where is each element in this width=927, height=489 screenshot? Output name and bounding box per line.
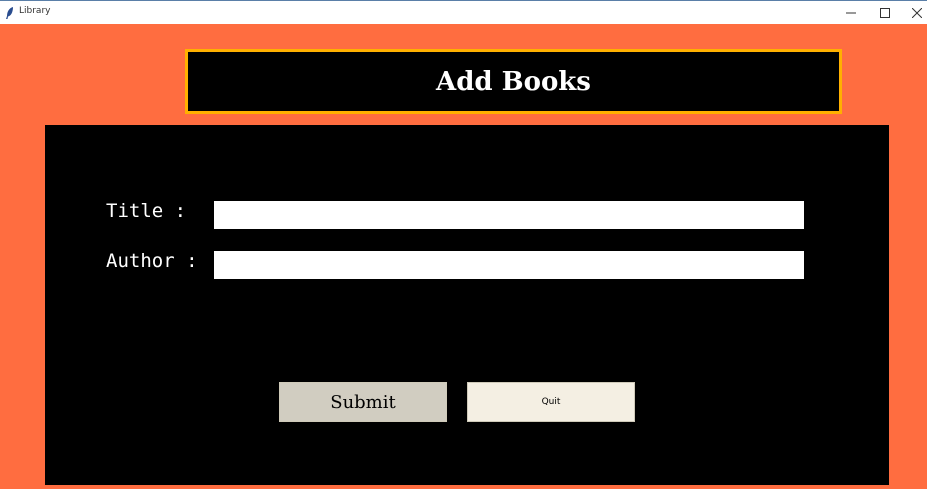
quit-button[interactable]: Quit bbox=[467, 382, 635, 422]
maximize-button[interactable] bbox=[868, 1, 902, 24]
submit-button[interactable]: Submit bbox=[279, 382, 447, 422]
feather-icon bbox=[5, 5, 15, 19]
main-canvas: Add Books Title : Author : Submit Quit bbox=[0, 24, 927, 489]
header-box: Add Books bbox=[185, 49, 842, 114]
form-panel: Title : Author : Submit Quit bbox=[45, 125, 889, 485]
title-input[interactable] bbox=[214, 201, 804, 229]
close-icon bbox=[912, 7, 922, 18]
page-title: Add Books bbox=[436, 66, 591, 97]
title-label: Title : bbox=[106, 200, 187, 222]
author-label: Author : bbox=[106, 250, 198, 272]
window-titlebar: Library bbox=[0, 0, 927, 24]
minimize-icon bbox=[846, 12, 856, 13]
author-input[interactable] bbox=[214, 251, 804, 279]
close-button[interactable] bbox=[900, 1, 927, 24]
minimize-button[interactable] bbox=[834, 1, 868, 24]
maximize-icon bbox=[880, 7, 890, 18]
window-title: Library bbox=[19, 6, 51, 16]
